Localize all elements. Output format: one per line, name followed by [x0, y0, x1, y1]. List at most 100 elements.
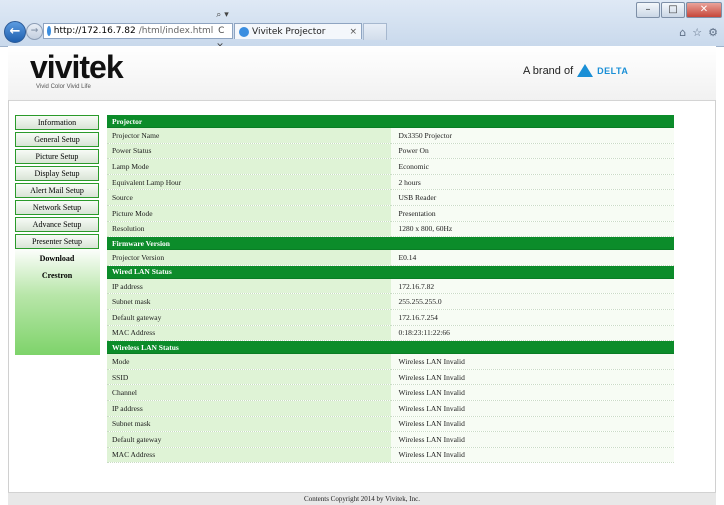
field-value: Wireless LAN Invalid — [390, 384, 674, 401]
delta-wordmark: DELTA — [597, 65, 629, 76]
table-row: MAC Address Wireless LAN Invalid — [107, 447, 674, 464]
section-title: Firmware Version — [107, 236, 674, 251]
field-label: Equivalent Lamp Hour — [107, 174, 391, 191]
table-row: Subnet mask 255.255.255.0 — [107, 293, 674, 310]
table-row: Power Status Power On — [107, 143, 674, 160]
table-row: Source USB Reader — [107, 189, 674, 206]
table-row: MAC Address 0:18:23:11:22:66 — [107, 325, 674, 342]
field-value: 0:18:23:11:22:66 — [390, 325, 674, 342]
tab-title: Vivitek Projector — [252, 26, 326, 37]
field-value: Wireless LAN Invalid — [390, 353, 674, 370]
field-label: Lamp Mode — [107, 158, 391, 175]
field-label: Source — [107, 189, 391, 206]
field-label: IP address — [107, 400, 391, 417]
field-value: 255.255.255.0 — [390, 293, 674, 310]
forward-button[interactable]: → — [26, 23, 43, 40]
browser-chrome: – □ ✕ ← → http://172.16.7.82/html/index.… — [0, 0, 724, 52]
table-row: Default gateway 172.16.7.254 — [107, 309, 674, 326]
table-row: Mode Wireless LAN Invalid — [107, 353, 674, 370]
tab-close-icon[interactable]: × — [349, 24, 361, 40]
brand-prefix: A brand of — [523, 64, 574, 77]
sidebar-item-alert-mail-setup[interactable]: Alert Mail Setup — [15, 183, 99, 198]
sidebar-item-network-setup[interactable]: Network Setup — [15, 200, 99, 215]
field-label: MAC Address — [107, 447, 391, 464]
table-row: Channel Wireless LAN Invalid — [107, 384, 674, 401]
field-label: Mode — [107, 353, 391, 370]
table-row: Lamp Mode Economic — [107, 158, 674, 175]
table-row: IP address 172.16.7.82 — [107, 278, 674, 295]
table-row: SSID Wireless LAN Invalid — [107, 369, 674, 386]
field-label: Default gateway — [107, 431, 391, 448]
field-value: 172.16.7.82 — [390, 278, 674, 295]
table-row: Picture Mode Presentation — [107, 205, 674, 222]
delta-logo-icon — [577, 64, 594, 77]
sidebar-item-download[interactable]: Download — [15, 251, 99, 266]
ie-icon — [47, 26, 51, 36]
page-border-right — [715, 100, 716, 495]
section-header-firmware: Firmware Version — [107, 236, 674, 251]
vivitek-logo: vivitek — [30, 49, 124, 85]
sidebar-item-display-setup[interactable]: Display Setup — [15, 166, 99, 181]
address-bar[interactable]: http://172.16.7.82/html/index.html ⌕ ▾ C… — [43, 10, 233, 52]
field-value: Wireless LAN Invalid — [390, 400, 674, 417]
field-label: Channel — [107, 384, 391, 401]
sidebar-item-information[interactable]: Information — [15, 115, 99, 130]
tab-favicon-icon — [239, 26, 249, 37]
field-label: Picture Mode — [107, 205, 391, 222]
field-label: Projector Version — [107, 249, 391, 266]
tab-vivitek-projector[interactable]: Vivitek Projector × — [234, 23, 362, 39]
url-path: /html/index.html — [138, 26, 214, 36]
browser-toolbar-icons: ⌂ ☆ ⚙ — [679, 26, 718, 39]
field-label: Projector Name — [107, 127, 391, 144]
table-row: Default gateway Wireless LAN Invalid — [107, 431, 674, 448]
field-label: Subnet mask — [107, 293, 391, 310]
field-value: USB Reader — [390, 189, 674, 206]
minimize-button[interactable]: – — [636, 2, 660, 18]
brand-of-delta: A brand of DELTA — [523, 64, 628, 77]
field-label: Power Status — [107, 143, 391, 160]
footer: Contents Copyright 2014 by Vivitek, Inc. — [8, 492, 716, 505]
sidebar-item-general-setup[interactable]: General Setup — [15, 132, 99, 147]
page-header: vivitek Vivid Color Vivid Life A brand o… — [8, 46, 716, 101]
table-row: Resolution 1280 x 800, 60Hz — [107, 221, 674, 238]
maximize-button[interactable]: □ — [661, 2, 685, 18]
table-row: IP address Wireless LAN Invalid — [107, 400, 674, 417]
close-window-button[interactable]: ✕ — [686, 2, 722, 18]
sidebar-item-advance-setup[interactable]: Advance Setup — [15, 217, 99, 232]
back-button[interactable]: ← — [4, 21, 26, 43]
field-value: 2 hours — [390, 174, 674, 191]
field-label: Subnet mask — [107, 416, 391, 433]
field-label: IP address — [107, 278, 391, 295]
page-border-left — [8, 100, 9, 495]
field-label: Default gateway — [107, 309, 391, 326]
section-title: Projector — [107, 115, 674, 128]
section-header-wired: Wired LAN Status — [107, 265, 674, 279]
table-row: Projector Version E0.14 — [107, 249, 674, 266]
status-table: Projector Projector Name Dx3350 Projector P… — [107, 115, 674, 464]
field-value: 172.16.7.254 — [390, 309, 674, 326]
section-header-projector: Projector — [107, 115, 674, 128]
section-title: Wireless LAN Status — [107, 340, 674, 355]
field-value: Dx3350 Projector — [390, 127, 674, 144]
favorites-icon[interactable]: ☆ — [692, 26, 702, 39]
sidebar-nav: Information General Setup Picture Setup … — [15, 115, 100, 355]
home-icon[interactable]: ⌂ — [679, 26, 686, 39]
field-value: Wireless LAN Invalid — [390, 416, 674, 433]
table-row: Projector Name Dx3350 Projector — [107, 127, 674, 144]
field-value: Presentation — [390, 205, 674, 222]
field-label: SSID — [107, 369, 391, 386]
tools-gear-icon[interactable]: ⚙ — [708, 26, 718, 39]
table-row: Subnet mask Wireless LAN Invalid — [107, 416, 674, 433]
field-label: MAC Address — [107, 325, 391, 342]
field-value: E0.14 — [390, 249, 674, 266]
sidebar-item-presenter-setup[interactable]: Presenter Setup — [15, 234, 99, 249]
window-controls: – □ ✕ — [636, 2, 722, 18]
section-header-wireless: Wireless LAN Status — [107, 340, 674, 355]
logo-tagline: Vivid Color Vivid Life — [36, 84, 91, 90]
field-value: Wireless LAN Invalid — [390, 447, 674, 464]
sidebar-item-picture-setup[interactable]: Picture Setup — [15, 149, 99, 164]
table-row: Equivalent Lamp Hour 2 hours — [107, 174, 674, 191]
sidebar-item-crestron[interactable]: Crestron — [15, 268, 99, 283]
field-value: Wireless LAN Invalid — [390, 431, 674, 448]
new-tab-button[interactable] — [363, 23, 387, 40]
